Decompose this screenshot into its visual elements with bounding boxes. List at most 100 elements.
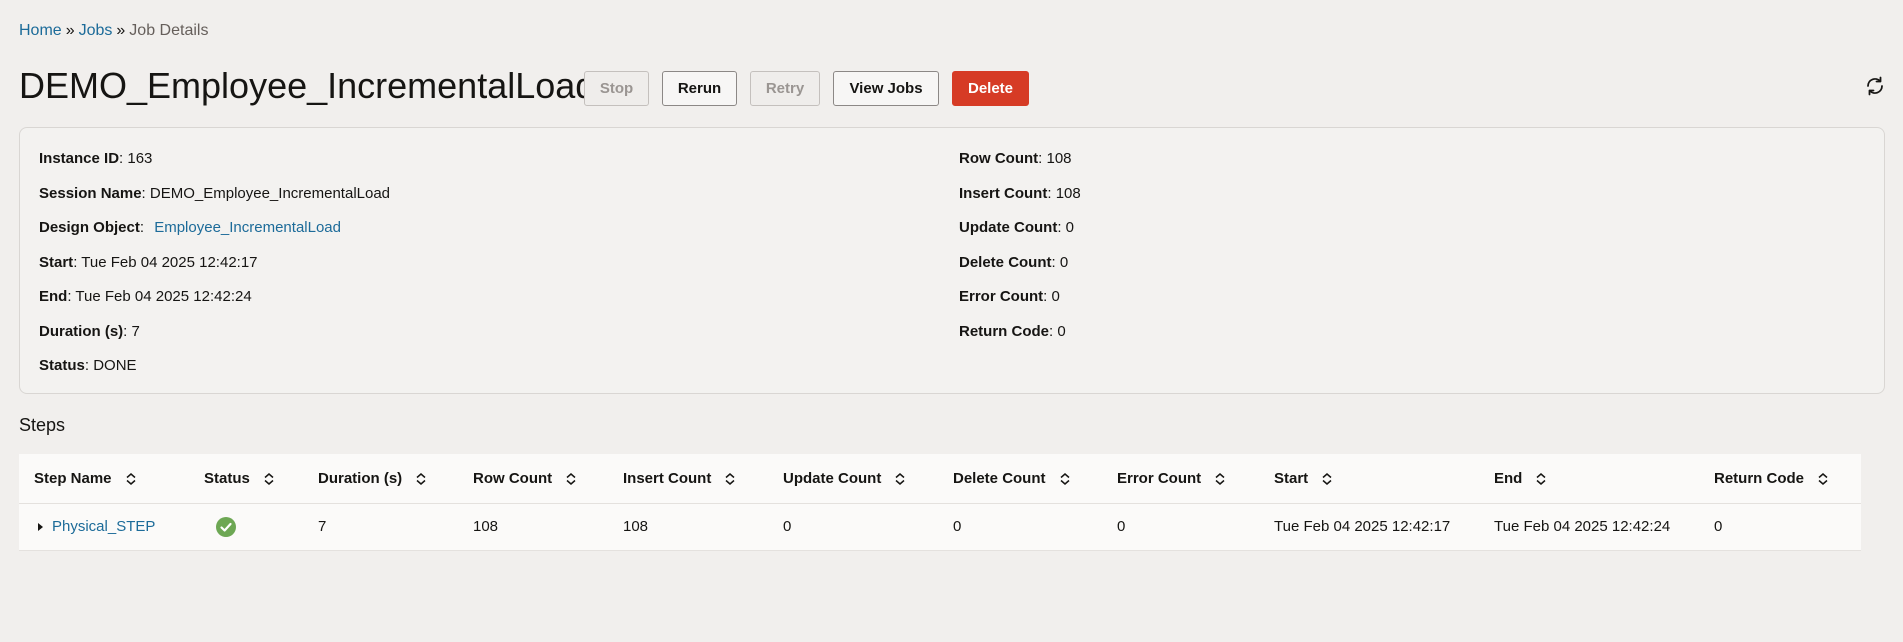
detail-value: Tue Feb 04 2025 12:42:17 [81,253,258,271]
steps-table-header-row: Step Name Status Duration (s) Row Count … [19,454,1861,503]
rerun-button[interactable]: Rerun [662,71,737,106]
details-right-column: Row Count: 108 Insert Count: 108 Update … [959,150,1081,357]
column-header-step-name[interactable]: Step Name [19,454,189,503]
step-name-link[interactable]: Physical_STEP [52,518,155,535]
sort-icon[interactable] [1215,472,1225,485]
cell-status [189,503,303,550]
breadcrumb-separator: » [116,22,126,39]
column-header-end[interactable]: End [1479,454,1699,503]
detail-value: 163 [127,150,153,167]
sort-icon[interactable] [1536,472,1546,485]
detail-value: Tue Feb 04 2025 12:42:24 [75,288,252,305]
retry-button[interactable]: Retry [750,71,820,106]
detail-value: DONE [93,357,137,374]
detail-value: 0 [1059,253,1069,271]
detail-value: 0 [1051,288,1060,305]
column-header-label: Error Count [1117,469,1202,487]
column-header-return-code[interactable]: Return Code [1699,454,1861,503]
detail-label: Instance ID [39,150,120,167]
cell-duration: 7 [318,518,327,535]
detail-session-name: Session Name: DEMO_Employee_IncrementalL… [39,184,391,202]
detail-label: Status [39,357,85,374]
sort-icon[interactable] [126,472,136,485]
detail-value: 108 [1046,150,1072,167]
sort-icon[interactable] [416,472,426,485]
cell-delete-count: 0 [953,518,962,535]
breadcrumb: Home» Jobs» Job Details [19,21,208,41]
column-header-error-count[interactable]: Error Count [1102,454,1259,503]
detail-error-count: Error Count: 0 [959,288,1060,305]
view-jobs-button[interactable]: View Jobs [833,71,939,106]
sort-icon[interactable] [566,472,576,485]
detail-value: 108 [1055,184,1081,202]
detail-value: 7 [131,322,140,340]
sort-icon[interactable] [895,472,905,485]
detail-label: Insert Count [959,184,1048,202]
design-object-link[interactable]: Employee_IncrementalLoad [154,219,341,236]
detail-label: Delete Count [959,253,1052,271]
column-header-label: Status [204,469,250,487]
sort-icon[interactable] [1818,472,1828,485]
job-actions-toolbar: Stop Rerun Retry View Jobs Delete [584,71,1029,106]
sort-icon[interactable] [1322,472,1332,485]
expand-row-icon[interactable] [38,523,43,532]
detail-end: End: Tue Feb 04 2025 12:42:24 [39,288,252,305]
detail-label: Error Count [959,288,1044,305]
cell-error-count: 0 [1117,518,1126,535]
column-header-duration[interactable]: Duration (s) [303,454,458,503]
detail-update-count: Update Count: 0 [959,219,1075,236]
cell-return-code: 0 [1714,518,1723,535]
cell-end: Tue Feb 04 2025 12:42:24 [1494,518,1671,535]
breadcrumb-separator: » [65,22,75,39]
delete-button[interactable]: Delete [952,71,1029,106]
detail-return-code: Return Code: 0 [959,322,1066,340]
detail-insert-count: Insert Count: 108 [959,184,1081,202]
column-header-insert-count[interactable]: Insert Count [608,454,768,503]
detail-duration: Duration (s): 7 [39,322,140,340]
sort-icon[interactable] [264,472,274,485]
refresh-icon[interactable] [1863,74,1887,98]
detail-label: Session Name [39,184,142,202]
column-header-update-count[interactable]: Update Count [768,454,938,503]
detail-start: Start: Tue Feb 04 2025 12:42:17 [39,253,258,271]
column-header-start[interactable]: Start [1259,454,1479,503]
job-details-panel: Instance ID: 163 Session Name: DEMO_Empl… [19,127,1885,394]
cell-update-count: 0 [783,518,792,535]
steps-section-title: Steps [19,415,66,435]
cell-insert-count: 108 [623,518,649,535]
column-header-label: Insert Count [623,469,712,487]
column-header-label: Start [1274,469,1309,487]
stop-button[interactable]: Stop [584,71,649,106]
breadcrumb-current: Job Details [129,22,209,39]
detail-label: Design Object [39,219,140,236]
column-header-label: End [1494,469,1523,487]
table-row: Physical_STEP 7 108 108 0 0 0 Tue Feb 04… [19,503,1861,550]
column-header-status[interactable]: Status [189,454,303,503]
detail-status: Status: DONE [39,357,137,374]
detail-value: 0 [1065,219,1075,236]
detail-label: Row Count [959,150,1039,167]
detail-instance-id: Instance ID: 163 [39,150,153,167]
detail-label: Duration (s) [39,322,124,340]
column-header-label: Update Count [783,469,882,487]
success-check-icon [216,516,236,537]
cell-start: Tue Feb 04 2025 12:42:17 [1274,518,1451,535]
breadcrumb-jobs-link[interactable]: Jobs [79,22,113,39]
detail-design-object: Design Object: Employee_IncrementalLoad [39,219,341,236]
detail-value: DEMO_Employee_IncrementalLoad [149,184,391,202]
page-title: DEMO_Employee_IncrementalLoad [19,65,596,106]
column-header-label: Step Name [34,469,112,487]
sort-icon[interactable] [725,472,735,485]
cell-row-count: 108 [473,518,499,535]
column-header-delete-count[interactable]: Delete Count [938,454,1102,503]
detail-delete-count: Delete Count: 0 [959,253,1069,271]
detail-row-count: Row Count: 108 [959,150,1072,167]
cell-step-name: Physical_STEP [19,503,189,550]
detail-label: Start [39,253,74,271]
breadcrumb-home-link[interactable]: Home [19,22,62,39]
sort-icon[interactable] [1060,472,1070,485]
column-header-label: Row Count [473,469,553,487]
column-header-label: Return Code [1714,469,1804,487]
column-header-row-count[interactable]: Row Count [458,454,608,503]
steps-table: Step Name Status Duration (s) Row Count … [19,454,1861,551]
